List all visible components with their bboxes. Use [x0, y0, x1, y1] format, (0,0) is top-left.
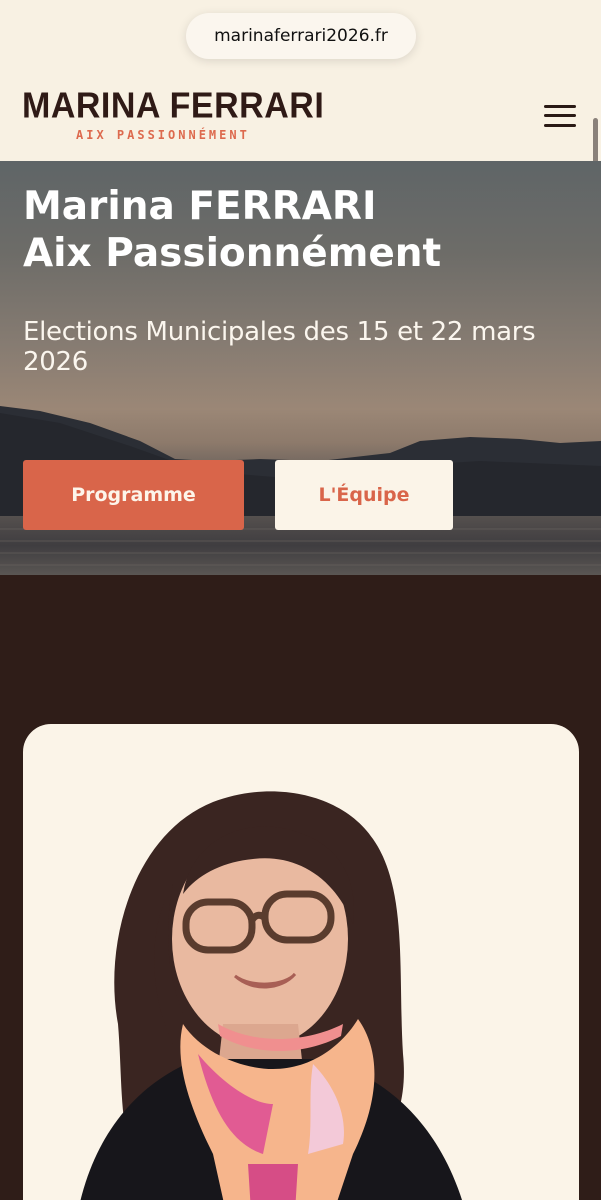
hero-section: Marina FERRARI Aix Passionnément Electio… [0, 161, 601, 575]
hero-title-line2: Aix Passionnément [23, 231, 442, 276]
url-bar[interactable]: marinaferrari2026.fr [186, 13, 416, 59]
hero-subtitle: Elections Municipales des 15 et 22 mars … [23, 317, 536, 377]
hamburger-menu-icon[interactable] [540, 102, 578, 130]
programme-button[interactable]: Programme [23, 460, 244, 530]
hero-title: Marina FERRARI Aix Passionnément [23, 183, 441, 277]
candidate-card [23, 724, 579, 1200]
logo-subtitle: AIX PASSIONNÉMENT [76, 128, 250, 142]
hero-title-line1: Marina FERRARI [23, 184, 377, 229]
candidate-portrait [80, 791, 462, 1200]
site-header: marinaferrari2026.fr MARINA FERRARI AIX … [0, 0, 601, 176]
logo-title: MARINA FERRARI [22, 86, 325, 126]
site-logo[interactable]: MARINA FERRARI AIX PASSIONNÉMENT [22, 86, 325, 142]
equipe-button[interactable]: L'Équipe [275, 460, 453, 530]
